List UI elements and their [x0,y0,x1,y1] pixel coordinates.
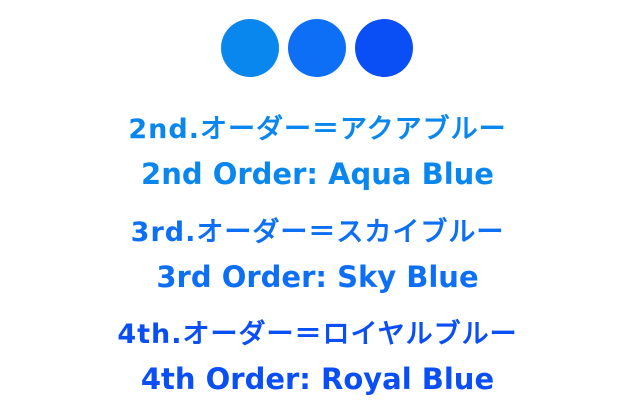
order-3-english: 3rd Order: Sky Blue [156,260,479,294]
order-4-english: 4th Order: Royal Blue [140,362,495,396]
order-4-japanese: 4th.オーダー＝ロイヤルブルー [117,319,518,350]
color-swatches [0,19,635,79]
order-2-english: 2nd Order: Aqua Blue [141,157,494,191]
aqua-blue-swatch [221,19,279,77]
order-2-japanese: 2nd.オーダー＝アクアブルー [128,114,507,145]
sky-blue-swatch [288,19,346,77]
royal-blue-swatch [355,19,413,77]
order-3-japanese: 3rd.オーダー＝スカイブルー [130,217,505,248]
